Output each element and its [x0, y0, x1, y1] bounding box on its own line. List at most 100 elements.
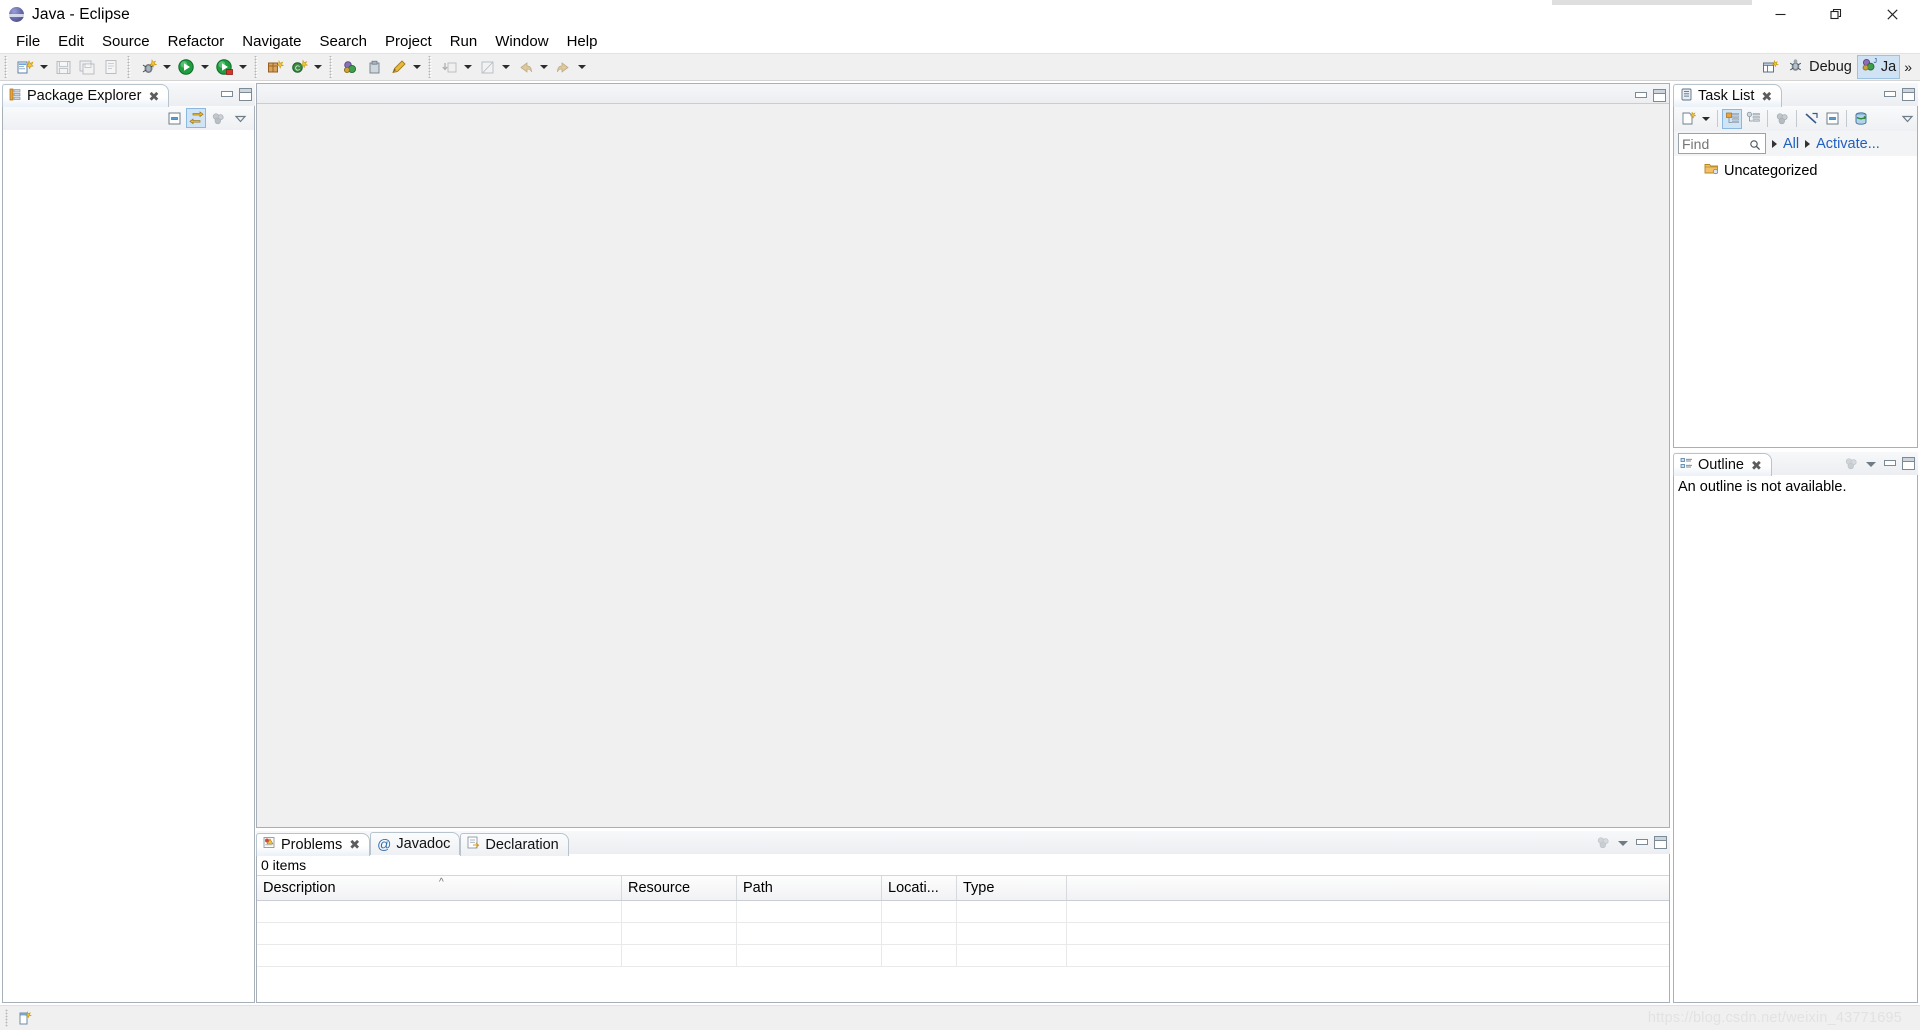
- close-window-button[interactable]: [1864, 0, 1920, 29]
- column-header-type[interactable]: Type: [957, 876, 1067, 900]
- table-row[interactable]: [257, 923, 1669, 945]
- collapse-all-icon[interactable]: [1822, 109, 1842, 129]
- minimize-icon[interactable]: [1883, 457, 1896, 470]
- forward-dropdown-arrow[interactable]: [575, 55, 589, 79]
- tab-problems[interactable]: Problems ✖: [256, 832, 371, 856]
- maximize-icon[interactable]: [1902, 457, 1915, 470]
- debug-perspective-button[interactable]: Debug: [1782, 55, 1857, 79]
- next-annotation-icon[interactable]: [437, 55, 461, 79]
- menu-project[interactable]: Project: [376, 30, 441, 53]
- minimize-icon[interactable]: [1883, 88, 1896, 101]
- column-header-location[interactable]: Locati...: [882, 876, 957, 900]
- link-with-editor-icon[interactable]: [186, 108, 206, 128]
- problems-table-rows[interactable]: [257, 901, 1669, 967]
- menu-refactor[interactable]: Refactor: [159, 30, 234, 53]
- new-java-class-dropdown-arrow[interactable]: [311, 55, 325, 79]
- table-row[interactable]: [257, 901, 1669, 923]
- toolbar-grip[interactable]: [427, 56, 434, 78]
- toolbar-grip[interactable]: [328, 56, 335, 78]
- menu-help[interactable]: Help: [558, 30, 607, 53]
- minimize-window-button[interactable]: [1752, 0, 1808, 29]
- view-menu-dots-icon[interactable]: [1844, 457, 1859, 470]
- minimize-icon[interactable]: [1634, 89, 1647, 102]
- collapse-all-icon[interactable]: [164, 108, 184, 128]
- statusbar-grip[interactable]: [5, 1009, 11, 1027]
- filter-all-link[interactable]: All: [1783, 136, 1799, 152]
- back-icon[interactable]: [513, 55, 537, 79]
- toolbar-grip[interactable]: [3, 56, 10, 78]
- editor-empty-canvas[interactable]: [257, 104, 1669, 826]
- list-item[interactable]: Uncategorized: [1674, 160, 1917, 181]
- maximize-icon[interactable]: [1902, 88, 1915, 101]
- java-perspective-button[interactable]: J Ja: [1856, 55, 1901, 79]
- print-icon[interactable]: [99, 55, 123, 79]
- close-icon[interactable]: ✖: [1751, 459, 1762, 472]
- maximize-icon[interactable]: [239, 88, 252, 101]
- view-menu-icon[interactable]: [1617, 837, 1629, 849]
- menu-file[interactable]: File: [7, 30, 49, 53]
- save-icon[interactable]: [51, 55, 75, 79]
- minimize-icon[interactable]: [220, 88, 233, 101]
- open-type-icon[interactable]: [338, 55, 362, 79]
- scheduled-presentation-icon[interactable]: [1743, 109, 1763, 129]
- run-external-tools-icon[interactable]: [212, 55, 236, 79]
- toolbar-grip[interactable]: [126, 56, 133, 78]
- maximize-icon[interactable]: [1654, 836, 1667, 849]
- categorized-presentation-icon[interactable]: [1722, 108, 1742, 129]
- new-wizard-icon[interactable]: [13, 55, 37, 79]
- toolbar-grip[interactable]: [253, 56, 260, 78]
- maximize-window-button[interactable]: [1808, 0, 1864, 29]
- perspective-overflow-icon[interactable]: »: [1900, 59, 1916, 75]
- open-perspective-icon[interactable]: [1758, 55, 1782, 79]
- activate-link[interactable]: Activate...: [1816, 136, 1880, 152]
- previous-annotation-dropdown-arrow[interactable]: [499, 55, 513, 79]
- search-pencil-icon[interactable]: [386, 55, 410, 79]
- close-icon[interactable]: ✖: [148, 90, 159, 103]
- package-explorer-tree[interactable]: [2, 130, 255, 1003]
- menu-source[interactable]: Source: [93, 30, 159, 53]
- view-menu-dots-icon[interactable]: [1596, 836, 1611, 849]
- external-tools-dropdown-arrow[interactable]: [236, 55, 250, 79]
- new-task-icon[interactable]: [1678, 109, 1698, 129]
- search-dropdown-arrow[interactable]: [410, 55, 424, 79]
- next-annotation-dropdown-arrow[interactable]: [461, 55, 475, 79]
- open-task-icon[interactable]: [362, 55, 386, 79]
- new-java-package-icon[interactable]: [263, 55, 287, 79]
- view-menu-icon[interactable]: [230, 108, 250, 128]
- menu-run[interactable]: Run: [441, 30, 487, 53]
- tab-package-explorer[interactable]: Package Explorer ✖: [2, 84, 170, 107]
- maximize-icon[interactable]: [1653, 89, 1666, 102]
- focus-on-workweek-icon[interactable]: [1772, 109, 1792, 129]
- column-header-description[interactable]: ^ Description: [257, 876, 622, 900]
- back-dropdown-arrow[interactable]: [537, 55, 551, 79]
- run-dropdown-arrow[interactable]: [198, 55, 212, 79]
- synchronize-changed-icon[interactable]: [1851, 109, 1871, 129]
- view-menu-icon[interactable]: [1897, 109, 1917, 129]
- task-list-body[interactable]: Uncategorized: [1673, 156, 1918, 448]
- close-icon[interactable]: ✖: [1761, 90, 1772, 103]
- close-icon[interactable]: ✖: [349, 838, 360, 851]
- find-input-wrapper[interactable]: [1678, 133, 1766, 154]
- menu-search[interactable]: Search: [310, 30, 376, 53]
- run-icon[interactable]: [174, 55, 198, 79]
- column-header-resource[interactable]: Resource: [622, 876, 737, 900]
- new-task-dropdown-arrow[interactable]: [1699, 107, 1713, 131]
- menu-navigate[interactable]: Navigate: [233, 30, 310, 53]
- table-row[interactable]: [257, 945, 1669, 967]
- previous-annotation-icon[interactable]: [475, 55, 499, 79]
- tab-declaration[interactable]: Declaration: [460, 832, 569, 856]
- view-menu-icon[interactable]: [1865, 458, 1877, 470]
- menu-edit[interactable]: Edit: [49, 30, 93, 53]
- view-menu-dots-icon[interactable]: [208, 108, 228, 128]
- tab-javadoc[interactable]: @ Javadoc: [370, 832, 461, 855]
- debug-dropdown-arrow[interactable]: [160, 55, 174, 79]
- debug-bug-icon[interactable]: [136, 55, 160, 79]
- minimize-icon[interactable]: [1635, 836, 1648, 849]
- tab-task-list[interactable]: Task List ✖: [1673, 84, 1783, 107]
- menu-window[interactable]: Window: [486, 30, 557, 53]
- tab-outline[interactable]: Outline ✖: [1673, 453, 1772, 476]
- filter-completed-tasks-icon[interactable]: [1801, 109, 1821, 129]
- save-all-icon[interactable]: [75, 55, 99, 79]
- new-java-class-icon[interactable]: C: [287, 55, 311, 79]
- forward-icon[interactable]: [551, 55, 575, 79]
